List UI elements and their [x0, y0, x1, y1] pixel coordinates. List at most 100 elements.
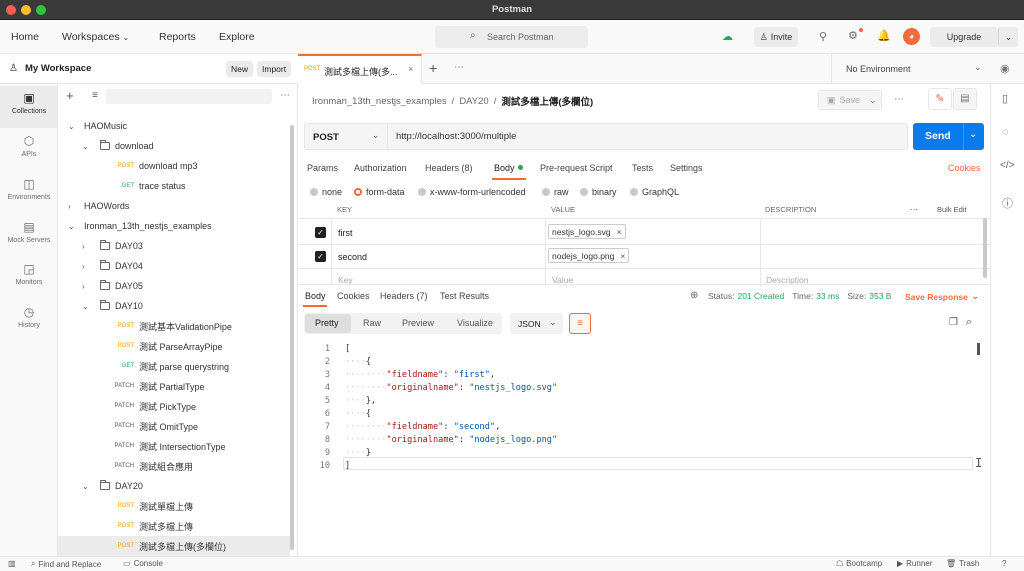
save-button[interactable]: ▣ Save ⌄: [818, 90, 882, 110]
row-checkbox[interactable]: ✓: [315, 227, 326, 238]
sidebar-request-item[interactable]: POST 測試基本ValidationPipe: [58, 316, 290, 336]
eye-icon[interactable]: ◉: [1000, 62, 1010, 75]
search-input[interactable]: ⌕ Search Postman: [435, 26, 588, 48]
form-key[interactable]: second: [338, 252, 367, 262]
rail-history[interactable]: ◷ History: [0, 305, 58, 329]
body-option-none[interactable]: none: [310, 187, 342, 197]
nav-explore[interactable]: Explore: [219, 31, 255, 43]
upgrade-dropdown-button[interactable]: ⌄: [998, 27, 1018, 47]
response-tab-body[interactable]: Body: [305, 291, 326, 301]
more-icon[interactable]: ⋯: [280, 90, 290, 101]
breadcrumb-collection[interactable]: Ironman_13th_nestjs_examples: [312, 96, 447, 107]
response-tab-test-results[interactable]: Test Results: [440, 291, 489, 301]
runner-button[interactable]: ▶ Runner: [897, 559, 932, 568]
chevron-down-icon[interactable]: ⌄: [68, 222, 78, 231]
more-icon[interactable]: ⋯: [910, 205, 918, 214]
wrap-lines-icon[interactable]: ≡: [569, 313, 591, 334]
filter-icon[interactable]: ≡: [92, 90, 98, 101]
more-icon[interactable]: ⋯: [894, 94, 904, 105]
chevron-right-icon[interactable]: ›: [82, 262, 92, 271]
close-icon[interactable]: ×: [617, 227, 622, 237]
upgrade-button[interactable]: Upgrade: [930, 27, 998, 47]
rail-mock-servers[interactable]: ▤ Mock Servers: [0, 220, 58, 244]
sidebar-folder-item[interactable]: ⌄ DAY20: [58, 476, 290, 496]
row-checkbox[interactable]: ✓: [315, 251, 326, 262]
trash-button[interactable]: 🗑 Trash: [946, 559, 979, 568]
documentation-icon[interactable]: ▯: [1002, 92, 1008, 105]
request-tab[interactable]: POST 測試多檔上傳(多... ×: [298, 54, 422, 84]
import-button[interactable]: Import: [257, 61, 292, 77]
chevron-right-icon[interactable]: ›: [82, 242, 92, 251]
sidebar-request-item[interactable]: POST 測試多檔上傳: [58, 516, 290, 536]
tab-authorization[interactable]: Authorization: [354, 163, 407, 173]
bootcamp-button[interactable]: ☖ Bootcamp: [836, 559, 882, 568]
environment-select[interactable]: No Environment ⌄: [831, 54, 991, 84]
method-select[interactable]: POST ⌄: [305, 124, 388, 149]
chevron-down-icon[interactable]: ⌄: [82, 482, 92, 491]
info-icon[interactable]: ⓘ: [1002, 195, 1013, 211]
view-visualize[interactable]: Visualize: [457, 318, 493, 328]
filter-input[interactable]: [106, 89, 272, 104]
size-value[interactable]: 353 B: [869, 291, 891, 301]
editor-scrollbar[interactable]: [977, 343, 980, 355]
view-pretty[interactable]: Pretty: [315, 318, 339, 328]
send-button[interactable]: Send ⌄: [913, 123, 984, 150]
find-replace-button[interactable]: ⌕ Find and Replace: [31, 559, 101, 569]
sidebar-request-item[interactable]: POST 測試多檔上傳(多欄位): [58, 536, 290, 556]
response-tab-cookies[interactable]: Cookies: [337, 291, 370, 301]
sidebar-request-item[interactable]: GET 測試 parse querystring: [58, 356, 290, 376]
sidebar-collection-item[interactable]: ⌄ HAOMusic: [58, 116, 290, 136]
sidebar-request-item[interactable]: POST 測試 ParseArrayPipe: [58, 336, 290, 356]
sidebar-request-item[interactable]: PATCH 測試 PickType: [58, 396, 290, 416]
sidebar-folder-item[interactable]: › DAY03: [58, 236, 290, 256]
rail-monitors[interactable]: ◲ Monitors: [0, 262, 58, 286]
comment-icon[interactable]: ▤: [953, 88, 977, 110]
sidebar-request-item[interactable]: POST download mp3: [58, 156, 290, 176]
new-tab-plus-icon[interactable]: +: [429, 60, 437, 76]
body-option-raw[interactable]: raw: [542, 187, 569, 197]
code-icon[interactable]: </>: [1000, 160, 1014, 171]
chevron-down-icon[interactable]: ⌄: [68, 122, 78, 131]
tab-headers[interactable]: Headers (8): [425, 163, 473, 173]
close-icon[interactable]: ×: [620, 251, 625, 261]
bulk-edit-link[interactable]: Bulk Edit: [937, 205, 967, 214]
tab-body[interactable]: Body: [494, 163, 515, 173]
tab-pre-request-script[interactable]: Pre-request Script: [540, 163, 613, 173]
chevron-down-icon[interactable]: ⌄: [82, 142, 92, 151]
form-key[interactable]: first: [338, 228, 353, 238]
chevron-down-icon[interactable]: ⌄: [969, 129, 977, 140]
sidebar-request-item[interactable]: PATCH 測試 OmitType: [58, 416, 290, 436]
form-scrollbar[interactable]: [983, 218, 987, 278]
tab-tests[interactable]: Tests: [632, 163, 653, 173]
status-badge[interactable]: 201 Created: [737, 291, 784, 301]
satellite-icon[interactable]: ⚲: [819, 30, 827, 43]
cookies-link[interactable]: Cookies: [948, 163, 981, 173]
rail-apis[interactable]: ⬡ APIs: [0, 134, 58, 158]
edit-pencil-icon[interactable]: ✎: [928, 88, 952, 110]
sidebar-collection-item[interactable]: ⌄ Ironman_13th_nestjs_examples: [58, 216, 290, 236]
gear-icon[interactable]: ⚙: [848, 29, 858, 42]
close-icon[interactable]: ×: [408, 64, 413, 74]
sidebar-toggle-icon[interactable]: ▥: [8, 559, 16, 568]
nav-home[interactable]: Home: [11, 31, 39, 43]
file-chip[interactable]: nestjs_logo.svg ×: [548, 224, 626, 239]
globe-icon[interactable]: ⊕: [690, 290, 698, 301]
sidebar-request-item[interactable]: GET trace status: [58, 176, 290, 196]
copy-icon[interactable]: ❐: [949, 317, 958, 328]
view-preview[interactable]: Preview: [402, 318, 434, 328]
bell-icon[interactable]: 🔔: [877, 29, 891, 42]
sidebar-folder-item[interactable]: ⌄ DAY10: [58, 296, 290, 316]
chevron-right-icon[interactable]: ›: [68, 202, 78, 211]
avatar[interactable]: ◕: [903, 28, 920, 45]
body-option-binary[interactable]: binary: [580, 187, 617, 197]
sidebar-request-item[interactable]: PATCH 測試 PartialType: [58, 376, 290, 396]
time-value[interactable]: 33 ms: [816, 291, 839, 301]
sidebar-folder-item[interactable]: › DAY04: [58, 256, 290, 276]
chevron-right-icon[interactable]: ›: [82, 282, 92, 291]
tab-params[interactable]: Params: [307, 163, 338, 173]
file-chip[interactable]: nodejs_logo.png ×: [548, 248, 630, 263]
body-option-form-data[interactable]: form-data: [354, 187, 405, 197]
plus-icon[interactable]: +: [66, 88, 74, 103]
view-raw[interactable]: Raw: [363, 318, 381, 328]
sidebar-request-item[interactable]: PATCH 測試組合應用: [58, 456, 290, 476]
